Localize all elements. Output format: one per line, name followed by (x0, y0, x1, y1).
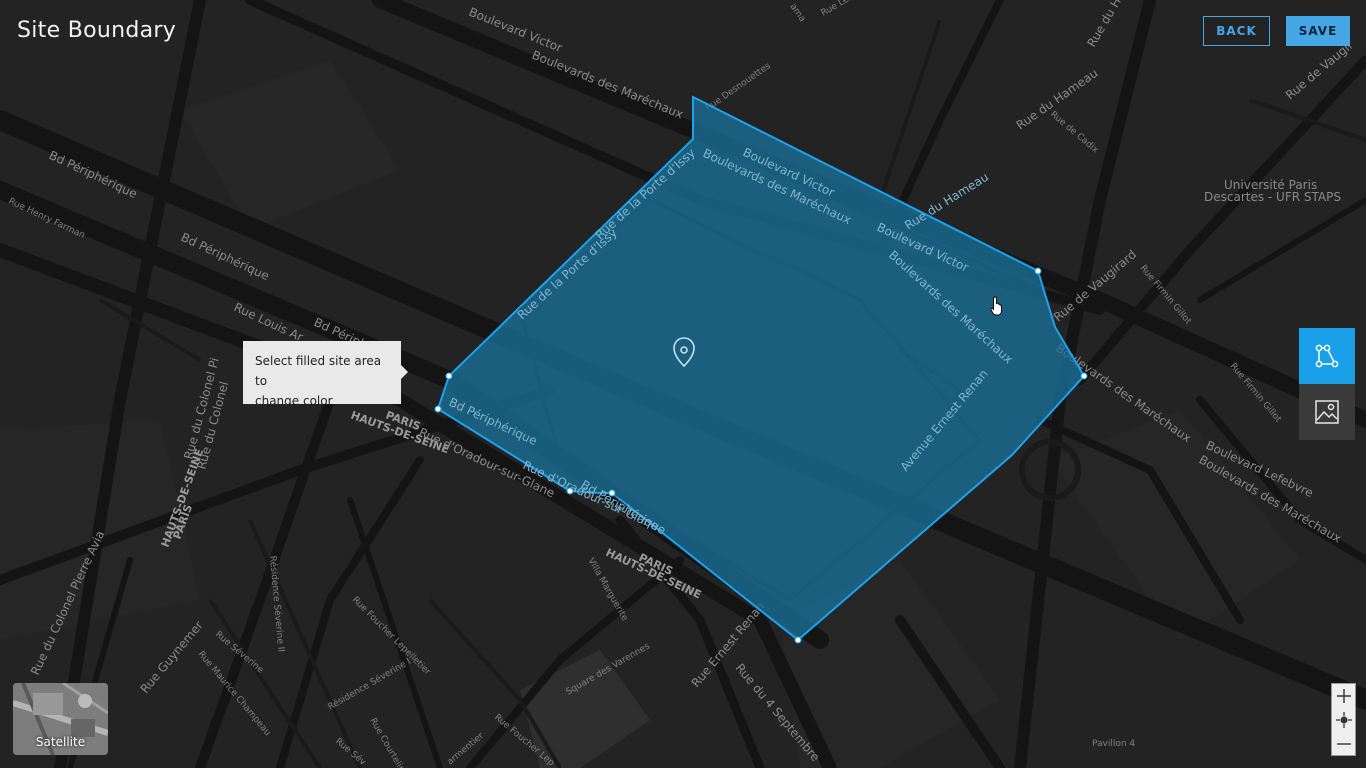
label-rue-top-4: ama (788, 2, 808, 24)
satellite-toggle[interactable]: Satellite (13, 683, 108, 755)
image-icon (1315, 400, 1339, 424)
satellite-label: Satellite (35, 735, 86, 749)
minus-icon (1336, 743, 1351, 745)
label-residence-severine-1: Résidence Séverine I (326, 656, 413, 713)
label-rue-de-cadix: Rue de Cadix (1048, 110, 1100, 156)
tooltip-line-1: Select filled site area to (255, 354, 382, 388)
vertex-handle[interactable] (445, 372, 453, 380)
zoom-controls (1331, 683, 1356, 756)
vertex-handle[interactable] (566, 487, 574, 495)
plus-icon (1336, 689, 1351, 703)
label-rue-top-1: Rue du Ha (1084, 0, 1127, 50)
label-rue-top-2: Rue de Vaugir (1283, 38, 1356, 102)
label-residence-severine-2: Résidence Séverine II (267, 555, 286, 652)
vertex-handle[interactable] (1034, 267, 1042, 275)
label-boulevards-marechaux-top: Boulevards des Maréchaux (530, 48, 685, 122)
draw-boundary-tool[interactable] (1299, 328, 1355, 384)
label-pavillon-4: Pavillon 4 (1092, 739, 1135, 749)
vertex-handle[interactable] (1080, 372, 1088, 380)
tooltip-line-2: change color (255, 394, 333, 408)
save-button[interactable]: SAVE (1286, 16, 1350, 46)
vertex-handle[interactable] (794, 636, 802, 644)
hand-cursor-icon (990, 296, 1002, 316)
image-overlay-tool[interactable] (1299, 384, 1355, 440)
label-rue-courteline: Rue Courteline (367, 717, 409, 768)
page-title: Site Boundary (17, 18, 177, 43)
map-canvas[interactable]: Boulevard Victor Boulevards des Maréchau… (0, 0, 1366, 768)
label-rue-top-3: Rue Leb (820, 0, 856, 19)
locate-button[interactable] (1332, 708, 1355, 732)
label-universite-line2: Descartes - UFR STAPS (1204, 190, 1341, 204)
zoom-out-button[interactable] (1332, 732, 1355, 756)
polygon-draw-icon (1315, 344, 1339, 368)
label-rue-foucher-lepelletier: Rue Foucher Lepelletier (350, 595, 432, 677)
label-rue-sev: Rue Sév (333, 736, 369, 768)
label-rue-guynemer: Rue Guynemer (138, 618, 206, 696)
zoom-in-button[interactable] (1332, 684, 1355, 708)
site-boundary[interactable]: Boulevard Victor Boulevards des Maréchau… (434, 95, 1088, 644)
vertex-handle[interactable] (434, 405, 442, 413)
vertex-handle[interactable] (608, 489, 616, 497)
back-button[interactable]: BACK (1203, 16, 1270, 46)
hint-tooltip: Select filled site area to change color (243, 341, 408, 408)
label-boulevards-marechaux-right: Boulevards des Maréchaux (1053, 341, 1194, 445)
label-rue-desnouettes: Rue Desnouettes (704, 61, 773, 113)
locate-icon (1335, 712, 1352, 728)
